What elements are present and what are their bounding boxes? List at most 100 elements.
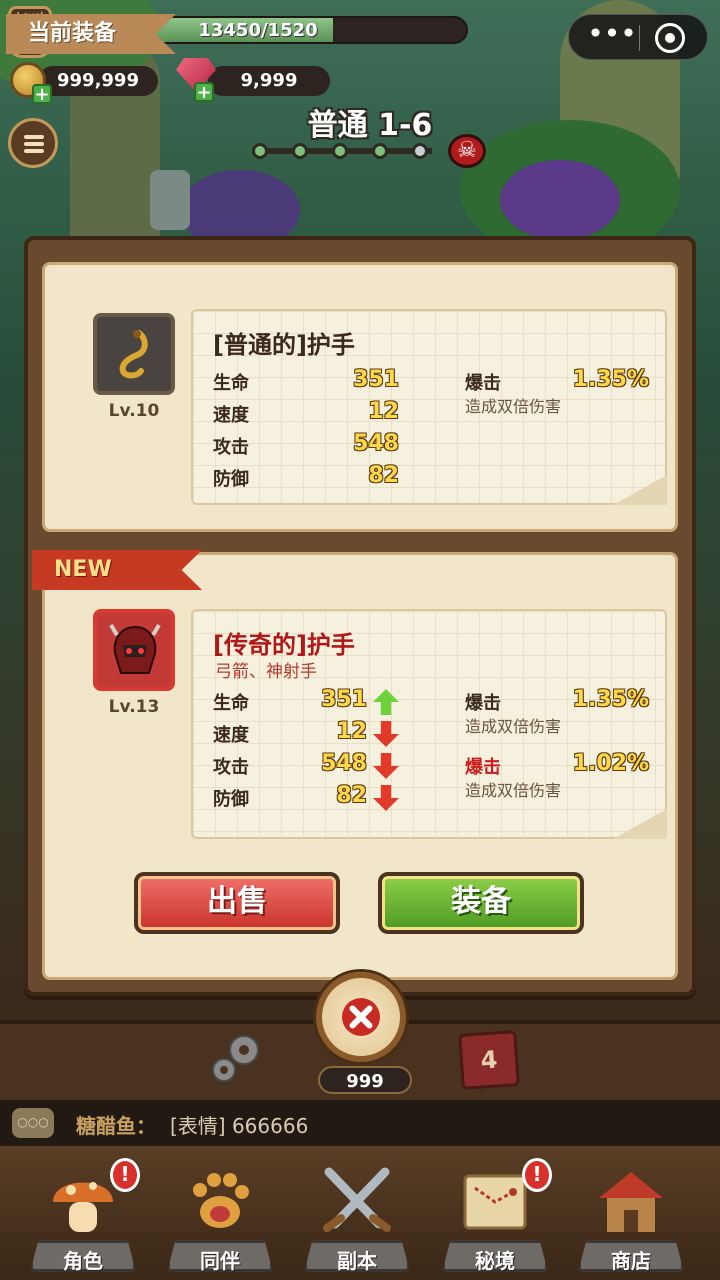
- stat-label: 防御: [213, 789, 249, 810]
- nav-label-plate: 同伴: [167, 1240, 273, 1272]
- paw-icon: [193, 1173, 249, 1228]
- new-item-class: 弓箭、神射手: [215, 662, 317, 682]
- crit-stat: 爆击 1.35% 造成双倍伤害: [465, 367, 649, 419]
- capsule-divider: [639, 25, 640, 51]
- crit-value: 1.02%: [572, 751, 649, 776]
- nav-label: 秘境: [475, 1249, 515, 1273]
- crit-label: 爆击: [465, 757, 501, 778]
- chest-count: 999: [318, 1066, 412, 1094]
- crossed-swords-icon: [323, 1167, 391, 1232]
- nav-label-plate: 角色: [30, 1240, 136, 1272]
- chat-sender-name: 糖醋鱼：: [76, 1114, 156, 1138]
- stage-node: [332, 143, 348, 159]
- stat-label: 攻击: [213, 757, 249, 778]
- crit-value: 1.35%: [572, 687, 649, 712]
- stat-value: 12: [336, 719, 367, 744]
- stat-value: 12: [368, 399, 399, 424]
- crit-description: 造成双倍伤害: [465, 717, 562, 736]
- current-equipment-section: Lv.10 [普通的]护手 生命 351 速度 12 攻击 548 防御 82 爆击 1.35%…: [42, 262, 678, 532]
- current-stat-card: [普通的]护手 生命 351 速度 12 攻击 548 防御 82 爆击 1.35% 造成双倍伤害: [191, 309, 667, 505]
- equip-button[interactable]: 装备: [378, 872, 584, 934]
- stat-row: 防御 82: [213, 463, 403, 493]
- nav-item-0[interactable]: 角色!: [18, 1154, 148, 1274]
- coin-balance: 999,999: [38, 66, 158, 96]
- crit-value: 1.35%: [572, 367, 649, 392]
- close-icon: [342, 998, 380, 1036]
- stat-down-arrow-icon: [373, 721, 399, 747]
- nav-label-plate: 副本: [304, 1240, 410, 1272]
- bottom-nav: 角色! 同伴 副本 秘境! 商店: [0, 1146, 720, 1280]
- stat-value: 82: [368, 463, 399, 488]
- notification-badge-icon: !: [522, 1158, 552, 1192]
- menu-button[interactable]: [8, 118, 58, 168]
- stat-label: 速度: [213, 405, 249, 426]
- nav-item-3[interactable]: 秘境!: [430, 1154, 560, 1274]
- stat-value: 548: [353, 431, 399, 456]
- stat-row: 生命 351: [213, 687, 403, 717]
- stage-node: [292, 143, 308, 159]
- nav-label-plate: 秘境: [442, 1240, 548, 1272]
- shop-icon: [599, 1172, 663, 1232]
- close-button[interactable]: [316, 972, 406, 1062]
- crit-stat: 爆击 1.02% 造成双倍伤害: [465, 751, 649, 803]
- chat-message: [表情] 666666: [170, 1114, 309, 1138]
- stat-row: 速度 12: [213, 399, 403, 429]
- current-item-level: Lv.10: [108, 401, 160, 421]
- nav-label: 角色: [63, 1249, 103, 1273]
- stage-title: 普通 1-6: [307, 108, 433, 143]
- add-gems-icon[interactable]: +: [194, 82, 214, 102]
- rope-icon: [119, 330, 148, 379]
- stage-node: [412, 143, 428, 159]
- sell-button[interactable]: 出售: [134, 872, 340, 934]
- new-item-ribbon: NEW: [32, 550, 202, 590]
- stat-value: 548: [321, 751, 367, 776]
- new-item-level: Lv.13: [108, 697, 160, 717]
- stat-label: 速度: [213, 725, 249, 746]
- stat-label: 攻击: [213, 437, 249, 458]
- current-equipment-ribbon: 当前装备: [6, 14, 176, 54]
- stat-row: 速度 12: [213, 719, 403, 749]
- nav-label-plate: 商店: [578, 1240, 684, 1272]
- stat-row: 攻击 548: [213, 431, 403, 461]
- card-count-icon[interactable]: 4: [458, 1030, 520, 1090]
- stat-down-arrow-icon: [373, 753, 399, 779]
- new-stat-card: [传奇的]护手 弓箭、神射手 生命 351 速度 12 攻击 548 防御 82 爆击 1.35…: [191, 609, 667, 839]
- skull-icon: [448, 134, 486, 168]
- stat-row: 攻击 548: [213, 751, 403, 781]
- gem-balance: 9,999: [208, 66, 330, 96]
- stage-node: [252, 143, 268, 159]
- crit-description: 造成双倍伤害: [465, 781, 562, 800]
- nav-item-4[interactable]: 商店: [566, 1154, 696, 1274]
- crit-stat: 爆击 1.35% 造成双倍伤害: [465, 687, 649, 739]
- nav-label: 商店: [611, 1249, 651, 1273]
- add-coins-icon[interactable]: +: [32, 84, 52, 104]
- equipment-compare-panel: Lv.10 [普通的]护手 生命 351 速度 12 攻击 548 防御 82 爆击 1.35%…: [24, 236, 696, 996]
- stat-label: 生命: [213, 693, 249, 714]
- settings-gear-icon[interactable]: [206, 1028, 268, 1088]
- crit-label: 爆击: [465, 693, 501, 714]
- current-item-slot[interactable]: [93, 313, 175, 395]
- stat-label: 防御: [213, 469, 249, 490]
- crit-description: 造成双倍伤害: [465, 397, 562, 416]
- nav-item-1[interactable]: 同伴: [155, 1154, 285, 1274]
- current-item-name: [普通的]护手: [213, 331, 355, 359]
- stat-value: 82: [336, 783, 367, 808]
- nav-item-2[interactable]: 副本: [292, 1154, 422, 1274]
- wechat-capsule: •••: [568, 14, 708, 60]
- chat-bubble-icon[interactable]: ○○○: [12, 1108, 54, 1138]
- notification-badge-icon: !: [110, 1158, 140, 1192]
- demon-helmet-icon: [109, 623, 161, 674]
- new-item-name: [传奇的]护手: [213, 631, 355, 659]
- new-item-slot[interactable]: [93, 609, 175, 691]
- stat-label: 生命: [213, 373, 249, 394]
- stat-row: 防御 82: [213, 783, 403, 813]
- chat-bar[interactable]: ○○○ 糖醋鱼： [表情] 666666: [0, 1100, 720, 1146]
- more-options-icon[interactable]: •••: [587, 20, 637, 53]
- stat-up-arrow-icon: [373, 689, 399, 715]
- stat-row: 生命 351: [213, 367, 403, 397]
- stat-value: 351: [353, 367, 399, 392]
- stat-value: 351: [321, 687, 367, 712]
- stat-down-arrow-icon: [373, 785, 399, 811]
- nav-label: 副本: [337, 1249, 377, 1273]
- close-miniprogram-icon[interactable]: [655, 23, 685, 53]
